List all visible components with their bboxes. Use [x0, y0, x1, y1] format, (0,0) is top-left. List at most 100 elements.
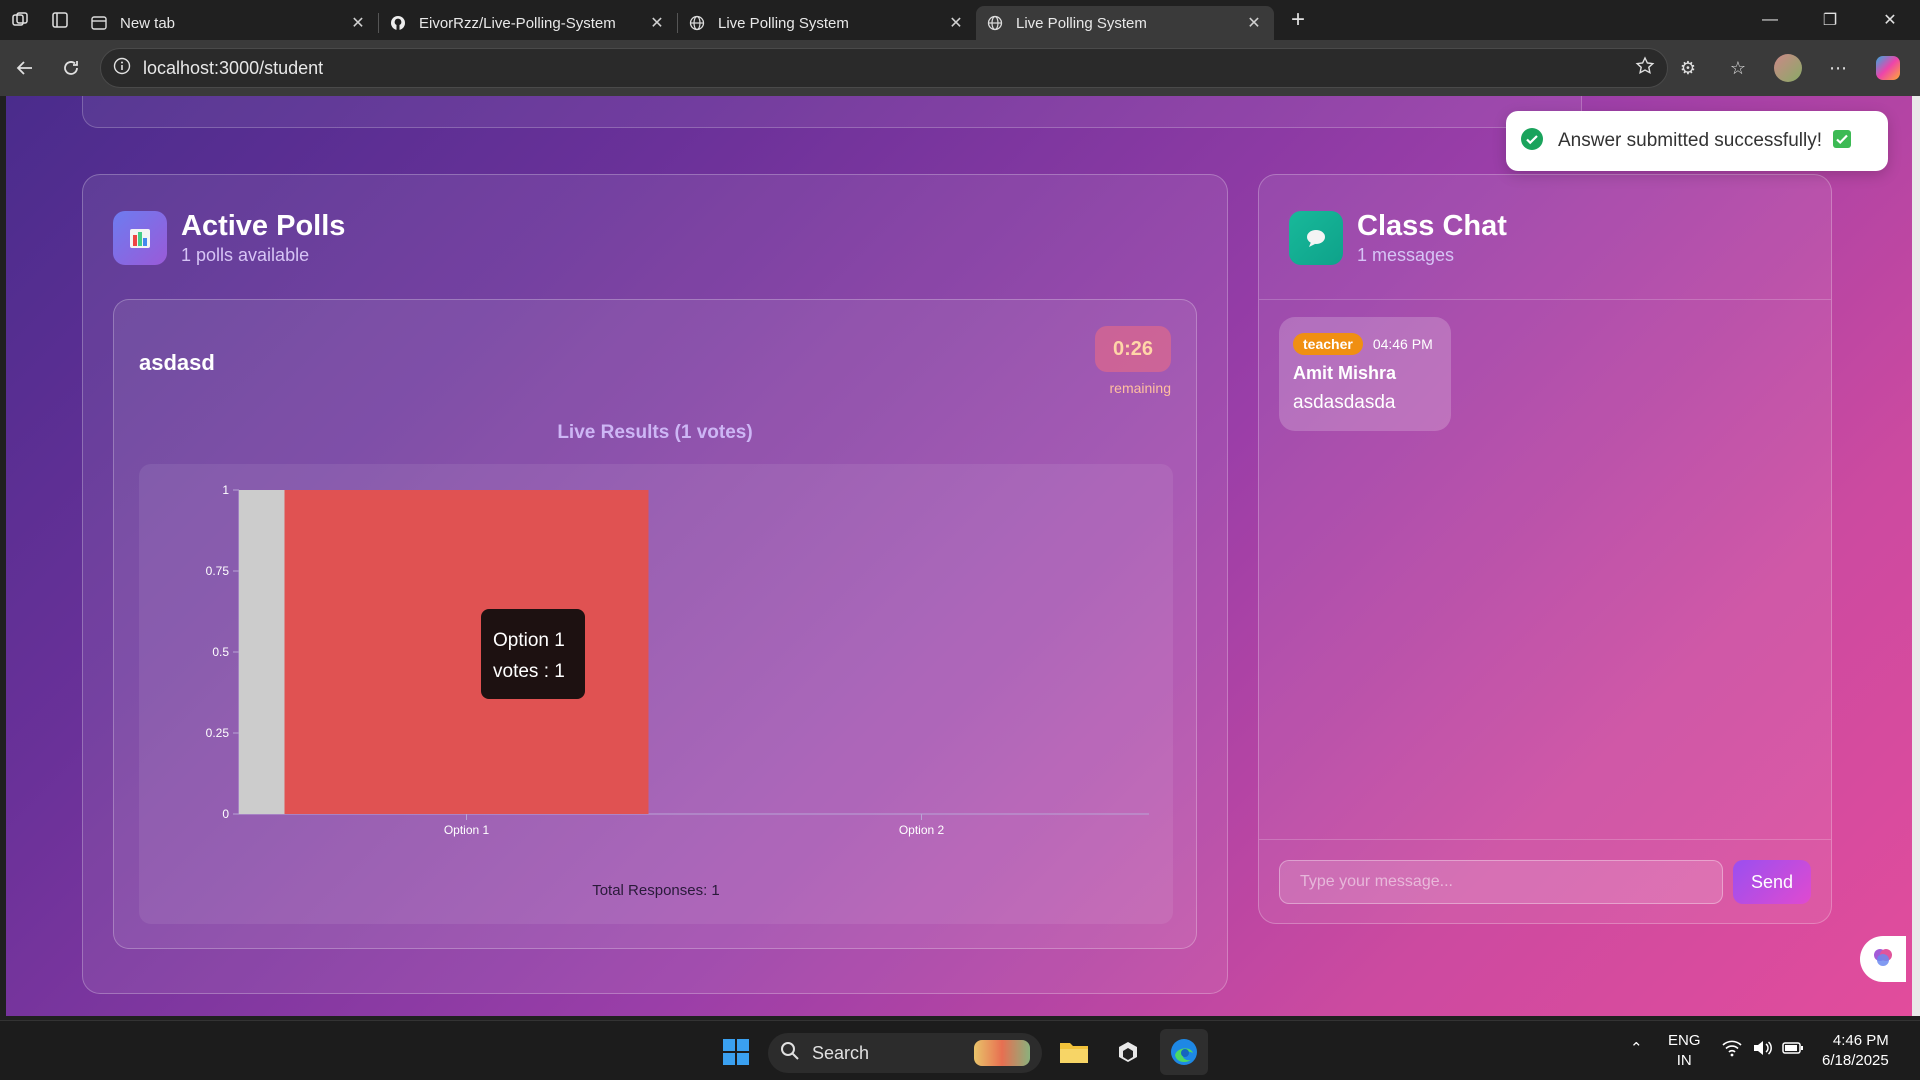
message-time: 04:46 PM	[1372, 336, 1433, 352]
close-icon[interactable]: ✕	[946, 13, 966, 33]
github-icon	[389, 14, 407, 32]
windows-start-icon[interactable]	[712, 1029, 760, 1075]
minimize-icon[interactable]: —	[1740, 0, 1800, 40]
y-tick-label: 1	[222, 483, 229, 497]
clock[interactable]: 4:46 PM 6/18/2025	[1822, 1031, 1889, 1071]
profile-avatar[interactable]	[1766, 48, 1810, 88]
tab-title: Live Polling System	[1016, 14, 1147, 32]
close-icon[interactable]: ✕	[1244, 13, 1264, 33]
y-tick-label: 0	[222, 807, 229, 821]
url-text: localhost:3000/student	[143, 58, 1635, 79]
back-icon[interactable]	[2, 48, 48, 88]
vertical-tabs-icon[interactable]	[40, 0, 80, 40]
message-text: asdasdasda	[1293, 392, 1396, 413]
polls-title: Active Polls	[181, 210, 346, 242]
info-icon[interactable]	[113, 57, 131, 80]
volume-icon	[1752, 1039, 1772, 1063]
message-author: Amit Mishra	[1293, 363, 1397, 383]
close-icon[interactable]: ✕	[348, 13, 368, 33]
toolbar-actions: ⚙ ☆ ⋯	[1666, 48, 1910, 88]
chart-tooltip: Option 1 votes : 1	[481, 609, 585, 699]
results-title: Live Results (1 votes)	[557, 422, 753, 443]
globe-icon	[688, 14, 706, 32]
timer-label: remaining	[1109, 380, 1171, 396]
newtab-icon	[90, 14, 108, 32]
chat-message: teacher 04:46 PM Amit Mishra asdasdasda	[1279, 317, 1451, 431]
close-window-icon[interactable]: ✕	[1860, 0, 1920, 40]
tooltip-label: Option 1	[493, 630, 565, 651]
page-viewport: Active Polls 1 polls available asdasd 0:…	[6, 96, 1914, 1016]
toast-message: Answer submitted successfully!	[1558, 130, 1822, 151]
brain-icon	[1871, 945, 1895, 974]
tab-live-polling[interactable]: Live Polling System ✕	[678, 6, 976, 40]
check-box-icon	[1832, 129, 1852, 154]
window-controls: — ❐ ✕	[1740, 0, 1920, 40]
globe-icon	[986, 14, 1004, 32]
search-icon	[780, 1041, 800, 1066]
restore-icon[interactable]: ❐	[1800, 0, 1860, 40]
language-indicator[interactable]: ENG IN	[1668, 1031, 1701, 1071]
clock-date: 6/18/2025	[1822, 1052, 1889, 1069]
chat-title: Class Chat	[1357, 210, 1507, 242]
chat-bubble-icon	[1289, 210, 1343, 265]
taskbar-search[interactable]: Search	[768, 1033, 1042, 1073]
bar-chart-svg: 0 0.25 0.5 0.75 1 Option 1 Option 2	[206, 483, 1149, 837]
bar-option-1	[284, 490, 649, 814]
total-responses: Total Responses: 1	[592, 882, 720, 899]
y-tick-label: 0.75	[206, 564, 230, 578]
file-explorer-icon[interactable]	[1050, 1029, 1098, 1075]
tab-new-tab[interactable]: New tab ✕	[80, 6, 378, 40]
browser-tabbar: New tab ✕ EivorRzz/Live-Polling-System ✕…	[0, 0, 1920, 40]
results-chart: 0 0.25 0.5 0.75 1 Option 1 Option 2 Option 1 v…	[139, 464, 1173, 924]
y-tick-label: 0.25	[206, 726, 230, 740]
x-tick-label: Option 1	[444, 823, 490, 837]
show-hidden-icons[interactable]: ⌃	[1630, 1039, 1643, 1059]
url-path: :3000/student	[214, 57, 324, 78]
copilot-icon[interactable]	[1866, 48, 1910, 88]
search-label: Search	[812, 1042, 870, 1063]
assistant-float-button[interactable]	[1860, 936, 1906, 982]
tab-github[interactable]: EivorRzz/Live-Polling-System ✕	[379, 6, 677, 40]
more-icon[interactable]: ⋯	[1816, 48, 1860, 88]
extensions-icon[interactable]: ⚙	[1666, 48, 1710, 88]
chat-header: Class Chat 1 messages	[1289, 209, 1507, 266]
send-button[interactable]: Send	[1733, 860, 1811, 904]
new-tab-button[interactable]: +	[1280, 3, 1316, 37]
app-icon[interactable]	[1104, 1029, 1152, 1075]
tab-title: EivorRzz/Live-Polling-System	[419, 14, 616, 32]
tooltip-value: votes : 1	[493, 661, 565, 682]
header-card	[82, 96, 1582, 128]
poll-timer: 0:26	[1095, 326, 1171, 372]
x-tick-label: Option 2	[899, 823, 945, 837]
browser-toolbar: localhost:3000/student ⚙ ☆ ⋯	[0, 40, 1920, 96]
polls-count: 1 polls available	[181, 245, 310, 265]
y-tick-label: 0.5	[212, 645, 229, 659]
poll-card: asdasd 0:26 remaining Live Results (1 vo…	[113, 299, 1197, 949]
favorite-star-icon[interactable]	[1635, 55, 1655, 81]
favorites-icon[interactable]: ☆	[1716, 48, 1760, 88]
workspaces-icon[interactable]	[0, 0, 40, 40]
tab-live-polling-active[interactable]: Live Polling System ✕	[976, 6, 1274, 40]
url-host: localhost	[143, 57, 215, 78]
success-toast: Answer submitted successfully!	[1506, 111, 1888, 171]
clock-time: 4:46 PM	[1832, 1032, 1889, 1049]
wifi-icon	[1722, 1039, 1742, 1063]
system-tray[interactable]	[1722, 1039, 1804, 1063]
check-circle-icon	[1520, 127, 1544, 156]
close-icon[interactable]: ✕	[647, 13, 667, 33]
edge-browser-icon[interactable]	[1160, 1029, 1208, 1075]
tab-title: Live Polling System	[718, 14, 849, 32]
lang-bottom: IN	[1676, 1052, 1692, 1069]
scrollbar[interactable]	[1912, 96, 1920, 1016]
bar-chart-icon	[113, 210, 167, 265]
windows-taskbar: Search ⌃ ENG IN 4:46 PM 6/18/2025	[0, 1020, 1920, 1080]
lang-top: ENG	[1668, 1032, 1701, 1049]
battery-icon	[1782, 1039, 1804, 1063]
polls-header: Active Polls 1 polls available	[113, 209, 345, 266]
refresh-icon[interactable]	[48, 48, 94, 88]
chat-message-input[interactable]	[1279, 860, 1723, 904]
active-polls-panel: Active Polls 1 polls available asdasd 0:…	[82, 174, 1228, 994]
address-bar[interactable]: localhost:3000/student	[100, 48, 1668, 88]
chat-input-divider	[1259, 839, 1831, 840]
chat-count: 1 messages	[1357, 245, 1455, 265]
